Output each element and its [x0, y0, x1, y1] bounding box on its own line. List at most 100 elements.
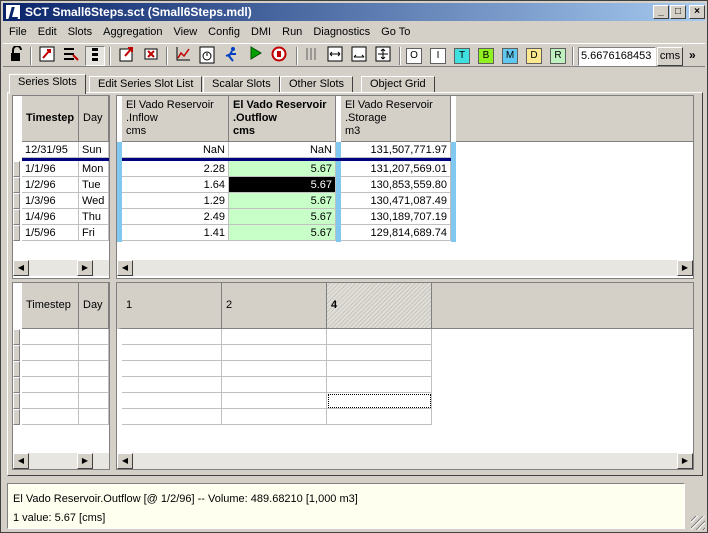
empty-cell[interactable] [79, 329, 109, 345]
stop-icon[interactable] [269, 46, 289, 66]
storage-cell[interactable]: 131,507,771.97 [341, 142, 451, 158]
outflow-cell[interactable]: 5.67 [229, 225, 336, 241]
scroll-right-button[interactable]: ▶ [677, 260, 693, 276]
menu-diagnostics[interactable]: Diagnostics [307, 23, 375, 42]
timestep-cell[interactable]: 1/3/96 [22, 193, 79, 209]
empty-cell[interactable] [22, 345, 79, 361]
scroll-right-button[interactable]: ▶ [77, 260, 93, 276]
column-header-1[interactable]: 1 [117, 283, 222, 329]
tab-series-slots[interactable]: Series Slots [9, 74, 86, 94]
tab-scalar-slots[interactable]: Scalar Slots [203, 76, 280, 93]
focused-cell[interactable] [327, 393, 432, 409]
timer-icon[interactable] [197, 46, 217, 66]
empty-cell[interactable] [79, 393, 109, 409]
timestep-cell[interactable]: 12/31/95 [22, 142, 79, 158]
filter-r-button[interactable]: R [550, 48, 566, 64]
close-button[interactable]: × [689, 5, 705, 19]
empty-cell[interactable] [222, 393, 327, 409]
timestep-header[interactable]: Timestep [22, 96, 79, 142]
storage-cell[interactable]: 129,814,689.74 [341, 225, 451, 241]
scroll-left-button[interactable]: ◀ [117, 260, 133, 276]
menu-edit[interactable]: Edit [32, 23, 62, 42]
value-input[interactable]: 5.6676168453 [578, 47, 656, 66]
row-handle[interactable] [13, 361, 20, 377]
storage-cell[interactable]: 130,471,087.49 [341, 193, 451, 209]
day-cell[interactable]: Mon [79, 161, 109, 177]
day-header[interactable]: Day [79, 283, 109, 329]
inflow-cell[interactable]: 1.41 [122, 225, 229, 241]
empty-cell[interactable] [222, 361, 327, 377]
storage-cell[interactable]: 130,853,559.80 [341, 177, 451, 193]
timestep-cell[interactable]: 1/4/96 [22, 209, 79, 225]
lock-icon[interactable] [7, 45, 27, 66]
empty-cell[interactable] [22, 361, 79, 377]
rows-toggle-icon[interactable] [85, 46, 105, 66]
column-header-storage[interactable]: El Vado Reservoir .Storage m3 [341, 96, 451, 142]
column-header-4[interactable]: 4 [327, 283, 432, 329]
menu-run[interactable]: Run [276, 23, 307, 42]
top-right-hscrollbar[interactable]: ◀ ▶ [117, 260, 693, 276]
empty-cell[interactable] [222, 329, 327, 345]
tab-other-slots[interactable]: Other Slots [280, 76, 354, 93]
top-left-hscrollbar[interactable]: ◀ ▶ [13, 260, 109, 276]
menu-view[interactable]: View [168, 23, 203, 42]
day-cell[interactable]: Sun [79, 142, 109, 158]
scroll-right-button[interactable]: ▶ [677, 453, 693, 469]
empty-cell[interactable] [22, 377, 79, 393]
row-handle[interactable] [13, 209, 20, 225]
inflow-cell[interactable]: 2.49 [122, 209, 229, 225]
row-handle[interactable] [13, 377, 20, 393]
row-handle[interactable] [13, 329, 20, 345]
bottom-right-hscrollbar[interactable]: ◀ ▶ [117, 453, 693, 469]
play-icon[interactable] [245, 46, 265, 66]
column-header-inflow[interactable]: El Vado Reservoir .Inflow cms [122, 96, 229, 142]
row-height-icon[interactable] [349, 46, 369, 66]
day-cell[interactable]: Thu [79, 209, 109, 225]
row-handle[interactable] [13, 393, 20, 409]
outflow-cell[interactable]: 5.67 [229, 177, 336, 193]
empty-cell[interactable] [22, 329, 79, 345]
tab-edit-series-slot-list[interactable]: Edit Series Slot List [89, 76, 203, 93]
scroll-left-button[interactable]: ◀ [117, 453, 133, 469]
filter-t-button[interactable]: T [454, 48, 470, 64]
filter-m-button[interactable]: M [502, 48, 518, 64]
menu-aggregation[interactable]: Aggregation [97, 23, 167, 42]
empty-cell[interactable] [327, 377, 432, 393]
toolbar-overflow-button[interactable]: » [689, 48, 696, 62]
empty-cell[interactable] [22, 393, 79, 409]
menu-file[interactable]: File [3, 23, 32, 42]
fit-cells-icon[interactable] [373, 46, 393, 66]
row-handle[interactable] [13, 409, 20, 425]
outflow-cell[interactable]: 5.67 [229, 193, 336, 209]
tab-object-grid[interactable]: Object Grid [361, 76, 435, 93]
scroll-left-button[interactable]: ◀ [13, 260, 29, 276]
empty-cell[interactable] [327, 329, 432, 345]
swap-slots-icon[interactable] [37, 46, 57, 66]
storage-cell[interactable]: 131,207,569.01 [341, 161, 451, 177]
day-cell[interactable]: Fri [79, 225, 109, 241]
menu-goto[interactable]: Go To [375, 23, 415, 42]
empty-cell[interactable] [122, 409, 222, 425]
row-handle[interactable] [13, 345, 20, 361]
row-handle[interactable] [13, 225, 20, 241]
bottom-left-hscrollbar[interactable]: ◀ ▶ [13, 453, 109, 469]
outflow-cell[interactable]: 5.67 [229, 161, 336, 177]
title-bar[interactable]: SCT Small6Steps.sct (Small6Steps.mdl) _ … [3, 3, 705, 21]
outflow-cell[interactable]: NaN [229, 142, 336, 158]
timestep-cell[interactable]: 1/1/96 [22, 161, 79, 177]
row-handle[interactable] [13, 193, 20, 209]
empty-cell[interactable] [222, 409, 327, 425]
filter-slots-icon[interactable] [61, 46, 81, 66]
day-header[interactable]: Day [79, 96, 109, 142]
units-button[interactable]: cms [657, 47, 683, 66]
column-width-icon[interactable] [325, 46, 345, 66]
open-slot-icon[interactable] [117, 46, 137, 66]
storage-cell[interactable]: 130,189,707.19 [341, 209, 451, 225]
menu-dmi[interactable]: DMI [245, 23, 276, 42]
row-handle[interactable] [13, 177, 20, 193]
timestep-header[interactable]: Timestep [22, 283, 79, 329]
empty-cell[interactable] [122, 361, 222, 377]
empty-cell[interactable] [327, 409, 432, 425]
filter-o-button[interactable]: O [406, 48, 422, 64]
maximize-button[interactable]: □ [670, 5, 686, 19]
